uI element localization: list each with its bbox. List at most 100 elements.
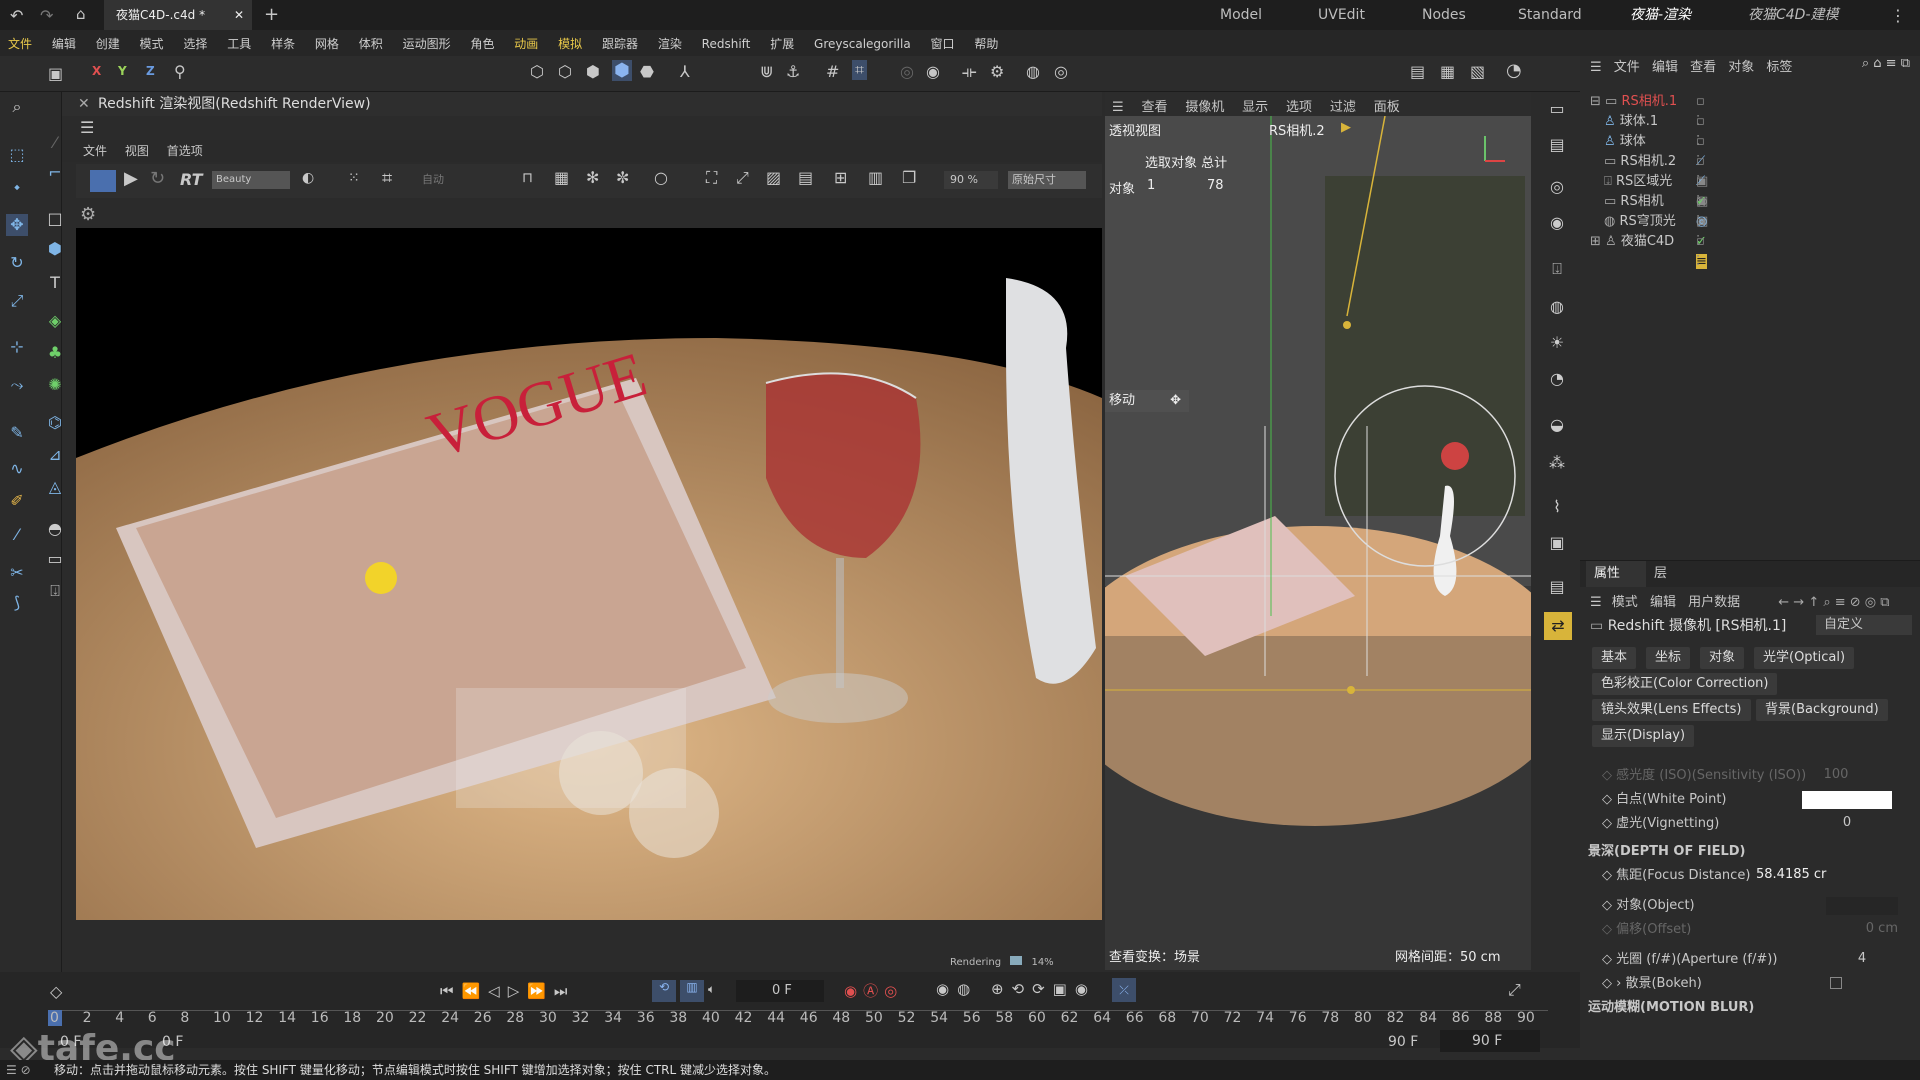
strip-env-icon[interactable]: ◒ <box>1546 414 1568 436</box>
camera-icon-vp[interactable]: ▶ <box>1341 120 1351 135</box>
strip-proxy-icon[interactable]: ⁂ <box>1546 452 1568 474</box>
hamburger-icon[interactable]: ☰ <box>80 118 94 137</box>
current-frame-input[interactable]: 0 F <box>736 980 824 1002</box>
subtab-basic[interactable]: 基本 <box>1592 647 1637 669</box>
menu-item[interactable]: 文件 <box>0 30 40 52</box>
vp-menu-item[interactable]: 显示 <box>1235 92 1275 119</box>
points-mode-icon[interactable]: ⬡ <box>530 62 544 81</box>
model-mode-icon[interactable]: ⬢ <box>612 60 632 81</box>
z-axis-toggle[interactable]: Z <box>146 64 155 78</box>
x-axis-toggle[interactable]: X <box>92 64 101 78</box>
move-hud[interactable]: 移动 ✥ <box>1105 390 1189 412</box>
subtab-lens-effects[interactable]: 镜头效果(Lens Effects) <box>1592 699 1751 721</box>
menu-item[interactable]: Greyscalegorilla <box>806 32 919 51</box>
light-tool-icon[interactable]: ⍗ <box>44 580 66 602</box>
strip-box-icon[interactable]: ▣ <box>1546 532 1568 554</box>
objmgr-menu-item[interactable]: 对象 <box>1728 60 1754 75</box>
refresh-icon[interactable]: ↻ <box>150 168 165 189</box>
auto-select[interactable]: 自动 <box>412 171 508 189</box>
menu-item[interactable]: 体积 <box>351 30 391 52</box>
move-icon[interactable]: ✥ <box>6 214 28 236</box>
menu-item[interactable]: 样条 <box>263 30 303 52</box>
menu-item[interactable]: Redshift <box>694 32 759 51</box>
layout-uvedit[interactable]: UVEdit <box>1318 0 1365 30</box>
lock-render-icon[interactable]: ⊓ <box>522 170 533 186</box>
grid-icon[interactable]: # <box>826 62 839 81</box>
menu-item[interactable]: 模式 <box>132 30 172 52</box>
vp-menu-item[interactable]: 查看 <box>1134 92 1174 119</box>
strip-clip-icon[interactable]: ⌇ <box>1546 496 1568 518</box>
menu-item[interactable]: 角色 <box>462 30 502 52</box>
crop-icon[interactable]: ⌐ <box>44 162 66 184</box>
layout-model[interactable]: Model <box>1220 0 1262 30</box>
object-row[interactable]: ♙ 球体 ▫ ⁚ ⟋ ▣ ◉ <box>1604 132 1708 229</box>
aov-select[interactable]: Beauty <box>212 171 290 189</box>
strip-render-icon[interactable]: ▤ <box>1546 134 1568 156</box>
spline-icon[interactable]: ∿ <box>6 458 28 480</box>
preset-select[interactable]: 自定义 <box>1816 615 1912 635</box>
paint-icon[interactable]: ✐ <box>6 490 28 512</box>
snapshot-icon[interactable]: ⊞ <box>834 168 847 187</box>
environment-icon[interactable]: ◓ <box>44 518 66 540</box>
polygons-mode-icon[interactable]: ⬢ <box>586 62 600 81</box>
transform-icon[interactable]: ⊹ <box>6 336 28 358</box>
strip-sphere-icon[interactable]: ◎ <box>1546 176 1568 198</box>
end-frame-2[interactable]: 90 F <box>1440 1030 1540 1052</box>
gear-icon[interactable]: ⚙ <box>80 204 96 225</box>
menu-item[interactable]: 跟踪器 <box>594 30 646 52</box>
compare-icon[interactable]: ▥ <box>868 168 883 187</box>
attr-iso-value[interactable]: 100 <box>1800 767 1872 787</box>
menu-item[interactable]: 编辑 <box>44 30 84 52</box>
menu-item[interactable]: 创建 <box>88 30 128 52</box>
attr-focus-distance-value[interactable]: 58.4185 cr <box>1756 867 1846 885</box>
rv-menu-prefs[interactable]: 首选项 <box>160 140 210 161</box>
fit-icon[interactable]: ⛶ <box>706 168 717 188</box>
white-point-swatch[interactable] <box>1802 791 1892 809</box>
keyframe-icon[interactable]: ◇ <box>50 982 62 1001</box>
snowflake-icon[interactable]: ✻ <box>586 168 599 187</box>
axis-icon[interactable]: ⅄ <box>680 62 690 81</box>
attr-menu-item[interactable]: 用户数据 <box>1688 595 1740 610</box>
attr-offset-value[interactable]: 0 cm <box>1826 921 1898 939</box>
magnet-icon[interactable]: ⋓ <box>760 62 773 81</box>
render-image[interactable]: VOGUE <box>76 228 1102 920</box>
image-icon[interactable]: ▨ <box>766 168 781 187</box>
size-mode-select[interactable]: 原始尺寸 <box>1008 171 1086 189</box>
strip-bulb-icon[interactable]: ☀ <box>1546 332 1568 354</box>
motion-icon[interactable]: ⤫ <box>1112 978 1136 1002</box>
effector-icon[interactable]: ✺ <box>44 374 66 396</box>
render-region[interactable] <box>456 688 686 808</box>
live-select-icon[interactable]: ⬩ <box>6 176 28 198</box>
attr-hamburger-icon[interactable]: ☰ <box>1590 595 1602 610</box>
camera-icon[interactable]: ▭ <box>44 548 66 570</box>
document-tab[interactable]: 夜猫C4D-.c4d * ✕ <box>104 0 252 30</box>
menu-item[interactable]: 窗口 <box>923 30 963 52</box>
rv-menu-view[interactable]: 视图 <box>118 140 156 161</box>
render-settings-icon[interactable]: ▧ <box>1470 62 1485 81</box>
circle-icon[interactable]: ○ <box>654 168 668 187</box>
vp-menu-item[interactable]: 选项 <box>1279 92 1319 119</box>
attr-bokeh[interactable]: ◇ › 散景(Bokeh) <box>1602 973 1702 995</box>
strip-dome-icon[interactable]: ◔ <box>1546 368 1568 390</box>
objmgr-menu-item[interactable]: 文件 <box>1614 60 1640 75</box>
render-button-icon[interactable] <box>90 170 116 192</box>
lock-icon[interactable]: ◎ <box>900 62 914 81</box>
menu-item[interactable]: 运动图形 <box>395 30 459 52</box>
play-icon[interactable]: ▶ <box>124 168 138 189</box>
key-tools[interactable]: ◉◍ ⊕⟲⟳▣◉ <box>936 980 1096 998</box>
object-row[interactable]: ▭ RS相机▫ ⁚ ⁚ ⊘ <box>1604 192 1707 269</box>
field-icon[interactable]: ⊿ <box>44 444 66 466</box>
object-row[interactable]: ⊟ ▭ RS相机.1 ▫ ⁚ ⁚ <box>1590 92 1705 149</box>
redshift-icon[interactable]: ◔ <box>1506 60 1522 81</box>
volume-icon[interactable]: ◬ <box>44 476 66 498</box>
bokeh-checkbox[interactable] <box>1830 977 1842 989</box>
objmgr-menu-item[interactable]: 查看 <box>1690 60 1716 75</box>
snowflake2-icon[interactable]: ✼ <box>616 168 629 187</box>
objmgr-menu-item[interactable]: 编辑 <box>1652 60 1678 75</box>
cloner-icon[interactable]: ♣ <box>44 342 66 364</box>
rectangle-icon[interactable]: □ <box>44 208 66 230</box>
strip-sphere2-icon[interactable]: ◉ <box>1546 212 1568 234</box>
pen-icon[interactable]: ✎ <box>6 422 28 444</box>
menu-item[interactable]: 选择 <box>175 30 215 52</box>
sculpt-icon[interactable]: ⟆ <box>6 592 28 614</box>
